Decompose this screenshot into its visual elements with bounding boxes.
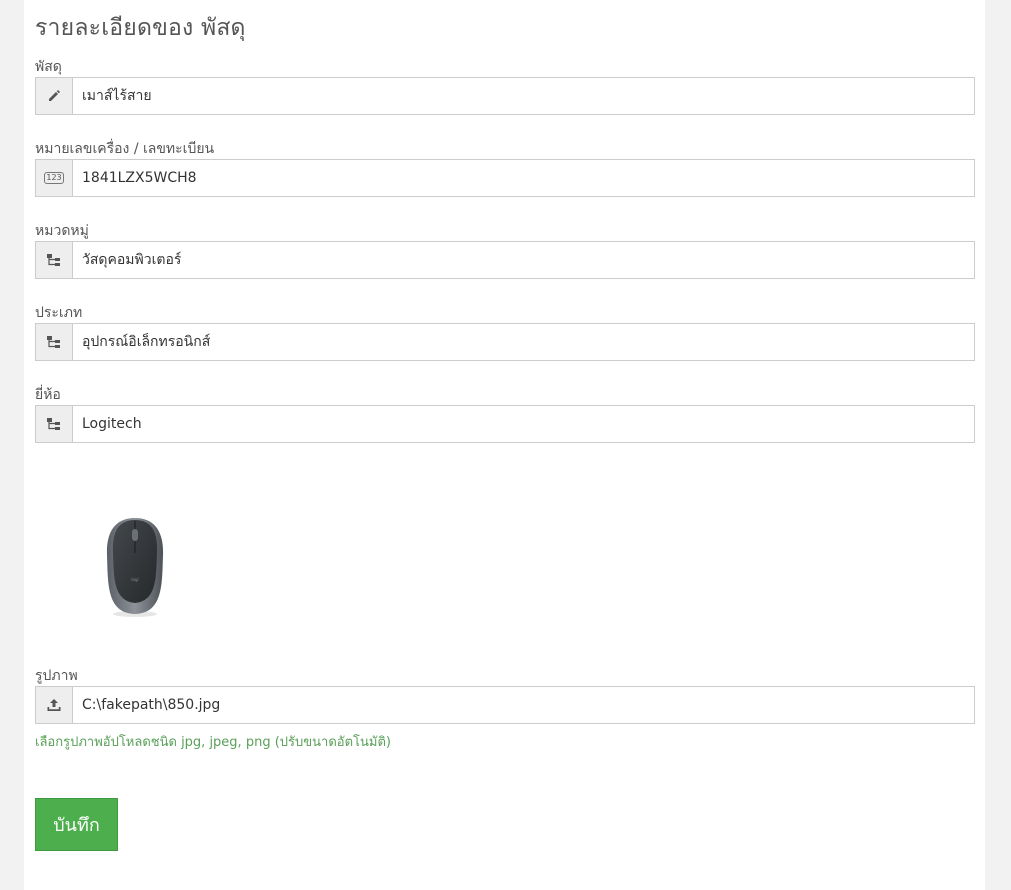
mouse-image: logi (100, 515, 170, 623)
brand-field (35, 405, 975, 443)
svg-text:logi: logi (131, 577, 138, 582)
serial-label: หมายเลขเครื่อง / เลขทะเบียน (35, 141, 215, 157)
item-field (35, 77, 975, 115)
category-label: หมวดหมู่ (35, 223, 89, 239)
image-label: รูปภาพ (35, 668, 78, 684)
numbers-icon-text: 123 (44, 172, 64, 184)
item-label: พัสดุ (35, 59, 62, 75)
image-help-text: เลือกรูปภาพอัปโหลดชนิด jpg, jpeg, png (ป… (35, 735, 391, 750)
category-input[interactable] (73, 242, 974, 278)
category-field (35, 241, 975, 279)
image-field (35, 686, 975, 724)
form-panel (24, 0, 985, 890)
brand-input[interactable] (73, 406, 974, 442)
tree-icon (36, 242, 73, 278)
brand-label: ยี่ห้อ (35, 387, 61, 403)
save-button[interactable]: บันทึก (35, 798, 118, 851)
item-input[interactable] (73, 78, 974, 114)
type-input[interactable] (73, 324, 974, 360)
image-input[interactable] (73, 687, 974, 723)
numbers-icon: 123 (36, 160, 73, 196)
type-label: ประเภท (35, 305, 83, 321)
tree-icon (36, 324, 73, 360)
upload-icon[interactable] (36, 687, 73, 723)
serial-input[interactable] (73, 160, 974, 196)
tree-icon (36, 406, 73, 442)
page-title: รายละเอียดของ พัสดุ (35, 15, 246, 41)
pencil-icon (36, 78, 73, 114)
serial-field: 123 (35, 159, 975, 197)
type-field (35, 323, 975, 361)
